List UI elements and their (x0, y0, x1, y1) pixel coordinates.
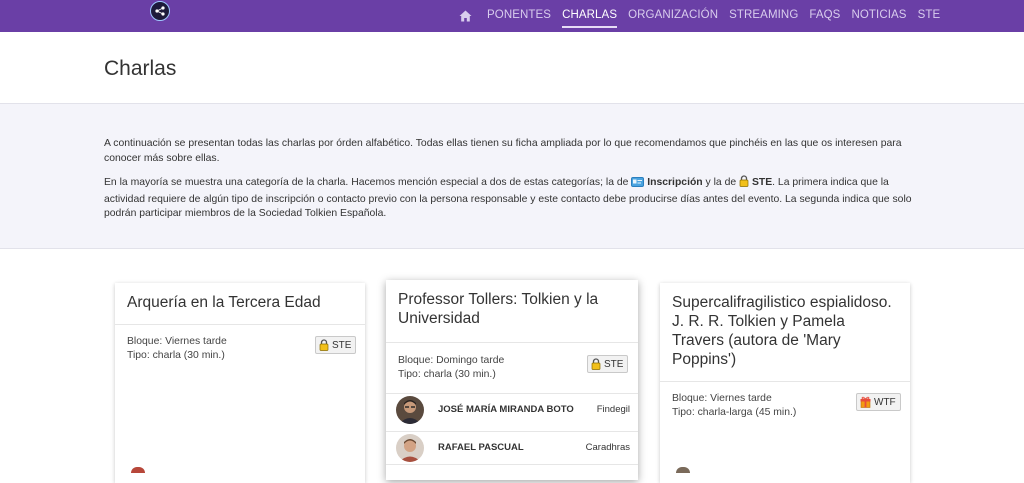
lock-icon (739, 175, 749, 193)
id-card-icon (631, 177, 645, 193)
intro-text-a: En la mayoría se muestra una categoría d… (104, 177, 632, 188)
lock-icon (319, 339, 329, 351)
talk-meta: Bloque: Domingo tarde Tipo: charla (30 m… (398, 354, 504, 382)
talk-bloque: Bloque: Viernes tarde (127, 336, 227, 347)
card-divider (386, 342, 638, 343)
category-badge: WTF (856, 393, 901, 411)
speaker-row[interactable]: JOSÉ MARÍA MIRANDA BOTO Findegil (386, 393, 638, 426)
talk-title[interactable]: Supercalifragilistico espialidoso. J. R.… (672, 293, 900, 369)
nav-item-charlas[interactable]: CHARLAS (562, 0, 618, 32)
intro-text-b: y la de (702, 177, 740, 188)
nav-item-noticias[interactable]: NOTICIAS (851, 0, 906, 32)
top-navbar: PONENTES CHARLAS ORGANIZACIÓN STREAMING … (0, 0, 1024, 32)
page-title: Charlas (104, 57, 177, 80)
category-badge: STE (587, 355, 629, 373)
talk-title[interactable]: Arquería en la Tercera Edad (127, 293, 355, 312)
talk-meta: Bloque: Viernes tarde Tipo: charla (30 m… (127, 335, 227, 363)
intro-paragraph-2: En la mayoría se muestra una categoría d… (104, 175, 924, 222)
avatar (396, 396, 424, 424)
nav-item-streaming[interactable]: STREAMING (729, 0, 798, 32)
logo-caption (143, 22, 175, 27)
site-logo[interactable] (143, 1, 173, 31)
category-badge: STE (315, 336, 357, 354)
speaker-name[interactable]: JOSÉ MARÍA MIRANDA BOTO (438, 404, 574, 415)
nav-item-ste[interactable]: STE (918, 0, 941, 32)
page-header: Charlas (0, 32, 1024, 104)
speaker-row[interactable]: RAFAEL PASCUAL Caradhras (386, 431, 638, 464)
talk-card[interactable]: Professor Tollers: Tolkien y la Universi… (386, 280, 638, 480)
avatar (396, 434, 424, 462)
speaker-name[interactable]: RAFAEL PASCUAL (438, 442, 524, 453)
main-nav: PONENTES CHARLAS ORGANIZACIÓN STREAMING … (456, 0, 951, 32)
intro-section: A continuación se presentan todas las ch… (0, 104, 1024, 249)
intro-ste: STE (751, 177, 773, 188)
talk-card[interactable]: Supercalifragilistico espialidoso. J. R.… (660, 283, 910, 483)
nav-item-faqs[interactable]: FAQS (809, 0, 840, 32)
gift-icon (860, 396, 871, 408)
badge-label: WTF (874, 396, 896, 408)
intro-inscripcion: Inscripción (647, 177, 703, 188)
talk-bloque: Bloque: Domingo tarde (398, 355, 505, 366)
logo-emblem (150, 1, 170, 21)
speaker-org: Findegil (596, 404, 630, 415)
badge-label: STE (332, 339, 352, 351)
intro-paragraph-1: A continuación se presentan todas las ch… (104, 138, 902, 164)
card-divider (115, 324, 365, 325)
home-icon[interactable] (456, 0, 474, 32)
card-divider (660, 381, 910, 382)
talk-tipo: Tipo: charla (30 min.) (398, 369, 496, 380)
card-divider (386, 464, 638, 465)
lock-icon (591, 358, 601, 370)
talk-meta: Bloque: Viernes tarde Tipo: charla-larga… (672, 392, 796, 420)
nav-item-ponentes[interactable]: PONENTES (487, 0, 551, 32)
nav-item-organizacion[interactable]: ORGANIZACIÓN (628, 0, 718, 32)
talk-tipo: Tipo: charla (30 min.) (127, 350, 225, 361)
talk-title[interactable]: Professor Tollers: Tolkien y la Universi… (398, 290, 626, 328)
badge-label: STE (604, 358, 624, 370)
talk-card[interactable]: Arquería en la Tercera Edad Bloque: Vier… (115, 283, 365, 483)
talk-bloque: Bloque: Viernes tarde (672, 393, 772, 404)
talk-tipo: Tipo: charla-larga (45 min.) (672, 407, 797, 418)
speaker-org: Caradhras (585, 442, 630, 453)
